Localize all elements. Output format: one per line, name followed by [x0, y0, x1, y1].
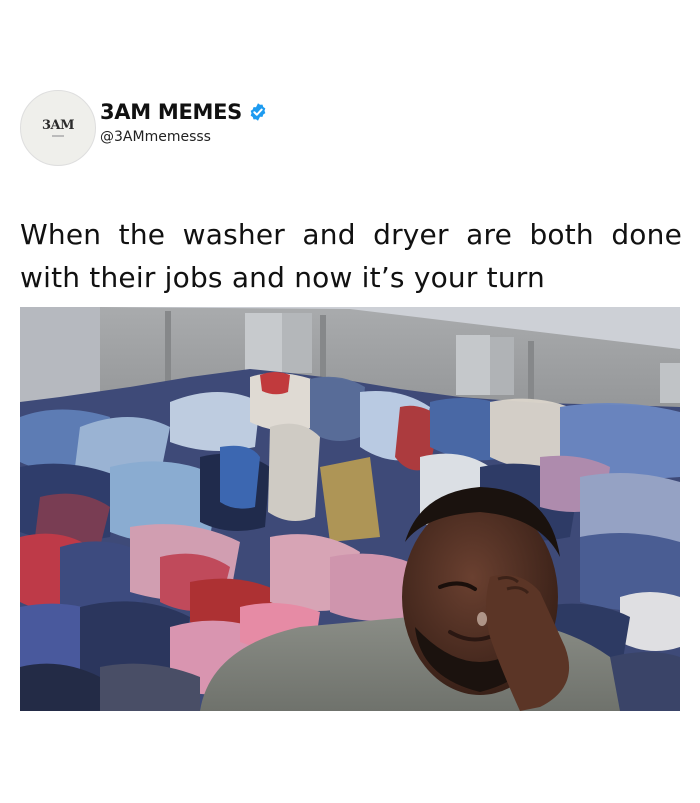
avatar-logo-underline	[52, 135, 64, 137]
verified-badge-icon	[250, 103, 266, 121]
post-header: 3AM 3AM MEMES @3AMmemesss	[20, 90, 680, 166]
avatar-logo-text: 3AM	[41, 118, 75, 133]
display-name[interactable]: 3AM MEMES	[100, 100, 242, 124]
handle[interactable]: @3AMmemesss	[100, 129, 211, 145]
avatar[interactable]: 3AM	[20, 90, 96, 166]
name-row: 3AM MEMES	[100, 100, 268, 124]
meme-photo	[20, 307, 680, 711]
laundry-pile-illustration	[20, 307, 680, 711]
post-caption: When the washer and dryer are both done …	[20, 218, 682, 294]
